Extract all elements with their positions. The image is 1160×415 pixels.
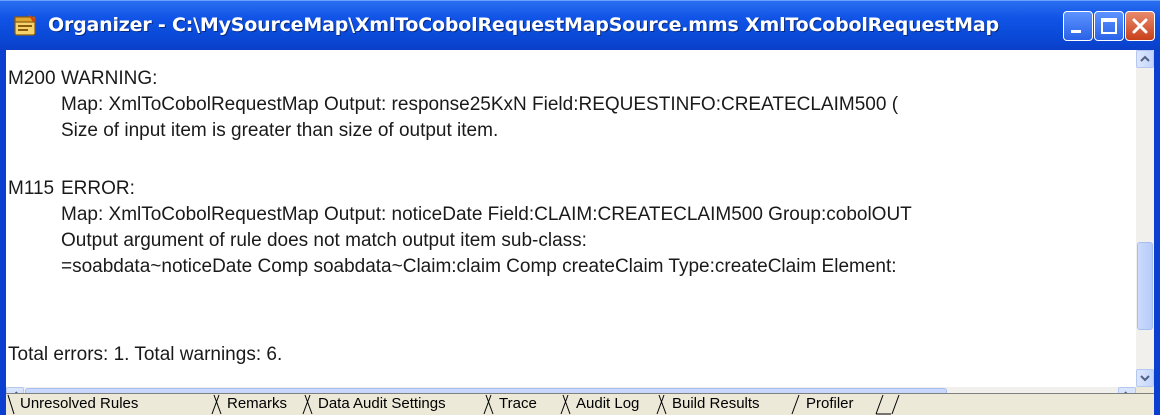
totals-summary: Total errors: 1. Total warnings: 6. [8,344,283,365]
tab-profiler[interactable]: Profiler [806,395,854,412]
message-severity: ERROR: [61,178,135,199]
build-results-output[interactable]: M200 WARNING: Map: XmlToCobolRequestMap … [6,50,1136,387]
scroll-up-button[interactable] [1136,50,1154,68]
title-bar[interactable]: Organizer - C:\MySourceMap\XmlToCobolReq… [0,0,1160,50]
tab-data-audit-settings[interactable]: Data Audit Settings [318,395,446,412]
organizer-app-icon [14,14,36,36]
message-path: =soabdata~noticeDate Comp soabdata~Claim… [61,256,897,277]
scroll-down-button[interactable] [1136,369,1154,387]
message-code: M200 [8,68,56,89]
tab-unresolved-rules[interactable]: Unresolved Rules [20,395,138,412]
tab-remarks[interactable]: Remarks [227,395,287,412]
maximize-button[interactable] [1094,11,1124,41]
vertical-scrollbar[interactable] [1136,50,1154,387]
message-detail: Map: XmlToCobolRequestMap Output: notice… [61,204,912,225]
tab-audit-log[interactable]: Audit Log [576,395,639,412]
close-button[interactable] [1125,11,1155,41]
results-tab-strip: Unresolved Rules Remarks Data Audit Sett… [6,393,1154,415]
maximize-icon [1101,18,1117,34]
arrow-up-icon [1140,55,1150,62]
message-code: M115 [8,178,55,199]
minimize-button[interactable] [1063,11,1093,41]
message-note: Size of input item is greater than size … [61,120,499,141]
message-detail: Map: XmlToCobolRequestMap Output: respon… [61,94,899,115]
arrow-down-icon [1140,375,1150,382]
vertical-scroll-thumb[interactable] [1137,242,1153,330]
message-severity: WARNING: [61,68,158,89]
minimize-icon [1071,30,1081,33]
client-area: M200 WARNING: Map: XmlToCobolRequestMap … [6,50,1154,408]
close-icon [1132,18,1148,34]
tab-build-results[interactable]: Build Results [672,395,760,412]
message-note: Output argument of rule does not match o… [61,230,587,251]
window-title: Organizer - C:\MySourceMap\XmlToCobolReq… [48,14,999,36]
tab-trace[interactable]: Trace [499,395,537,412]
organizer-window: Organizer - C:\MySourceMap\XmlToCobolReq… [0,0,1160,415]
